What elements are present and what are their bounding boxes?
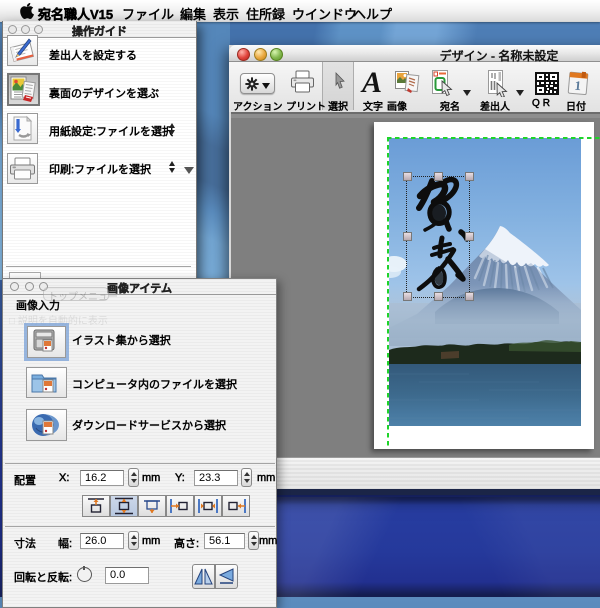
svg-text:1: 1 — [574, 78, 582, 94]
